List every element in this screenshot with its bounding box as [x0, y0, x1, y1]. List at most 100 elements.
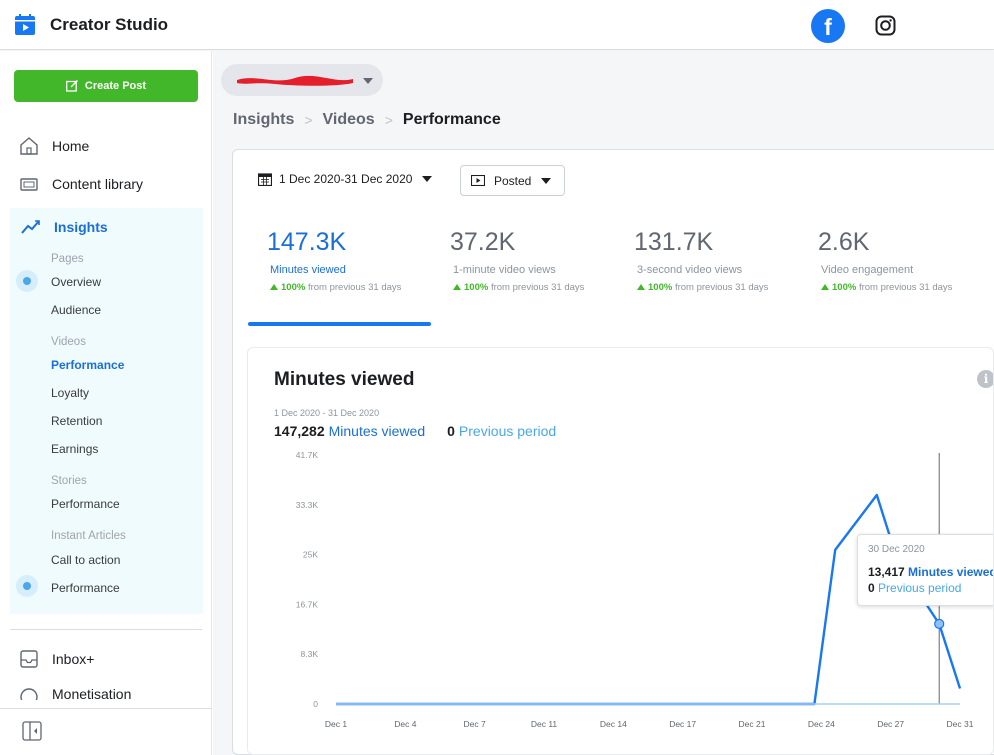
sidebar-item-loyalty[interactable]: Loyalty — [51, 386, 89, 400]
create-post-label: Create Post — [84, 80, 147, 92]
chevron-right-icon: > — [384, 112, 393, 128]
monetisation-icon — [20, 688, 38, 700]
sidebar-item-retention[interactable]: Retention — [51, 414, 102, 428]
metric-change: 100% from previous 31 days — [267, 282, 447, 293]
x-tick-label: Dec 4 — [394, 719, 416, 729]
chevron-down-icon — [422, 176, 433, 182]
sidebar-item-insights[interactable]: Insights — [20, 216, 108, 238]
sidebar-item-inbox[interactable]: Inbox+ — [18, 647, 94, 671]
chart-legend: 147,282 Minutes viewed 0 Previous period — [274, 423, 556, 439]
metric-tab-3-second-views[interactable]: 131.7K 3-second video views 100% from pr… — [634, 228, 814, 293]
insights-icon — [21, 220, 40, 234]
sidebar-item-home[interactable]: Home — [18, 134, 89, 158]
sidebar-item-audience[interactable]: Audience — [51, 303, 101, 317]
chart-card: 0 8.3K 16.7K 25K 33.3K 41.7K Dec 1 Dec 4 Dec 7 De… — [247, 347, 994, 755]
metric-label: Minutes viewed — [270, 264, 346, 276]
date-range-label: 1 Dec 2020-31 Dec 2020 — [279, 172, 413, 186]
metric-change: 100% from previous 31 days — [450, 282, 630, 293]
divider — [0, 708, 212, 709]
tooltip-date: 30 Dec 2020 — [868, 544, 925, 555]
insights-label: Insights — [54, 219, 108, 235]
video-icon — [471, 175, 485, 186]
tooltip-row-previous: 0 Previous period — [868, 581, 962, 595]
sidebar-item-monetisation[interactable]: Monetisation — [18, 686, 131, 700]
metric-value: 2.6K — [818, 228, 870, 256]
legend-item-previous-period[interactable]: 0 Previous period — [447, 423, 556, 439]
creator-studio-logo — [15, 14, 35, 35]
status-dot — [16, 575, 38, 597]
sidebar-item-articles-performance[interactable]: Performance — [51, 581, 120, 595]
sidebar-item-label: Home — [52, 138, 90, 154]
page-selector[interactable] — [221, 64, 383, 96]
metric-change: 100% from previous 31 days — [818, 282, 994, 293]
y-tick-label: 8.3K — [301, 649, 319, 659]
y-tick-label: 33.3K — [296, 500, 319, 510]
x-tick-label: Dec 31 — [947, 719, 974, 729]
sidebar-item-label: Inbox+ — [52, 651, 95, 667]
calendar-icon — [258, 172, 272, 186]
chevron-right-icon: > — [304, 112, 313, 128]
metric-value: 131.7K — [634, 228, 714, 256]
collapse-sidebar-icon[interactable] — [22, 721, 42, 741]
sidebar-item-stories-performance[interactable]: Performance — [51, 497, 120, 511]
sidebar-item-overview[interactable]: Overview — [51, 275, 101, 289]
top-bar: Creator Studio f — [0, 0, 994, 50]
posted-filter-dropdown[interactable]: Posted — [460, 165, 565, 196]
chevron-down-icon — [541, 177, 552, 184]
breadcrumb: Insights > Videos > Performance — [233, 111, 501, 129]
chart-title: Minutes viewed — [274, 369, 415, 390]
inbox-icon — [20, 650, 38, 668]
chart-date-range: 1 Dec 2020 - 31 Dec 2020 — [274, 408, 380, 418]
compose-icon — [65, 80, 78, 92]
group-label-instant-articles: Instant Articles — [51, 530, 126, 542]
y-tick-label: 0 — [313, 699, 318, 709]
svg-text:f: f — [824, 14, 832, 40]
metric-value: 147.3K — [267, 228, 347, 256]
y-tick-label: 25K — [303, 550, 318, 560]
info-icon[interactable]: i — [977, 370, 993, 388]
x-tick-label: Dec 21 — [739, 719, 766, 729]
chart-tooltip: 30 Dec 2020 13,417 Minutes viewed 0 Prev… — [857, 534, 994, 606]
metric-value: 37.2K — [450, 228, 516, 256]
facebook-icon[interactable]: f — [811, 9, 845, 43]
metric-tab-video-engagement[interactable]: 2.6K Video engagement 100% from previous… — [818, 228, 994, 293]
x-tick-label: Dec 27 — [877, 719, 904, 729]
group-label-stories: Stories — [51, 475, 87, 487]
create-post-button[interactable]: Create Post — [14, 70, 198, 102]
tooltip-row-minutes: 13,417 Minutes viewed — [868, 565, 994, 579]
metric-label: Video engagement — [821, 264, 914, 276]
breadcrumb-videos[interactable]: Videos — [323, 111, 375, 129]
breadcrumb-insights[interactable]: Insights — [233, 111, 294, 129]
active-tab-indicator — [248, 322, 431, 326]
metric-tab-minutes-viewed[interactable]: 147.3K Minutes viewed 100% from previous… — [267, 228, 447, 293]
metric-label: 3-second video views — [637, 264, 743, 276]
x-tick-label: Dec 17 — [669, 719, 696, 729]
x-tick-label: Dec 11 — [531, 719, 558, 729]
breadcrumb-performance: Performance — [402, 111, 501, 128]
status-dot — [16, 270, 38, 292]
group-label-videos: Videos — [51, 336, 86, 348]
sidebar-item-earnings[interactable]: Earnings — [51, 442, 98, 456]
instagram-icon[interactable] — [875, 15, 896, 36]
arrow-up-icon — [453, 284, 461, 290]
x-tick-label: Dec 14 — [600, 719, 627, 729]
sidebar-item-video-performance[interactable]: Performance — [51, 358, 124, 372]
sidebar-item-call-to-action[interactable]: Call to action — [51, 553, 120, 567]
x-tick-label: Dec 1 — [325, 719, 347, 729]
y-tick-label: 16.7K — [296, 599, 319, 609]
group-label-pages: Pages — [51, 253, 84, 265]
arrow-up-icon — [821, 284, 829, 290]
library-icon — [20, 178, 38, 191]
app-title: Creator Studio — [50, 15, 169, 34]
metric-label: 1-minute video views — [453, 264, 556, 276]
legend-item-minutes-viewed[interactable]: 147,282 Minutes viewed — [274, 423, 425, 439]
sidebar-item-label: Content library — [52, 176, 144, 192]
arrow-up-icon — [270, 284, 278, 290]
sidebar-item-content-library[interactable]: Content library — [18, 172, 143, 196]
date-range-selector[interactable]: 1 Dec 2020-31 Dec 2020 — [258, 172, 433, 186]
sidebar: Create Post Home Content library Insight… — [0, 51, 212, 755]
chevron-down-icon — [363, 78, 373, 84]
metric-tab-1-minute-views[interactable]: 37.2K 1-minute video views 100% from pre… — [450, 228, 630, 293]
insights-panel: Insights Pages Overview Audience Videos … — [10, 208, 203, 614]
y-tick-label: 41.7K — [296, 450, 319, 460]
